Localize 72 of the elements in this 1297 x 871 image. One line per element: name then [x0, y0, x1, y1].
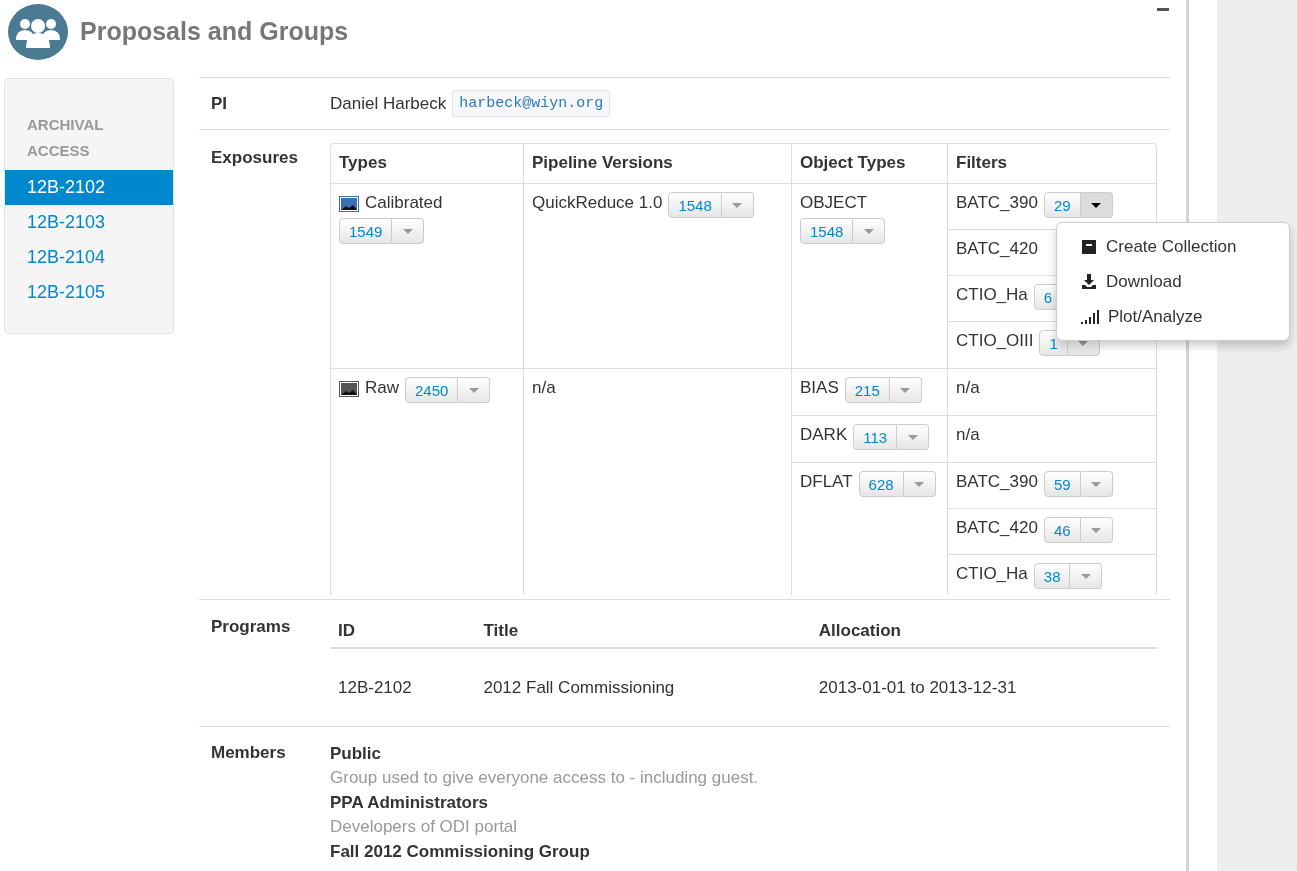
count-button[interactable]: 2450	[405, 377, 459, 403]
column-header: Types	[331, 144, 524, 183]
filter-name: CTIO_Ha	[956, 284, 1028, 306]
count-button[interactable]: 38	[1033, 563, 1071, 589]
caret-icon	[900, 387, 911, 393]
caret-icon	[468, 387, 479, 393]
group-name: PPA Administrators	[330, 792, 490, 814]
sidebar-item[interactable]: 12B-2104	[5, 240, 173, 275]
sidebar-heading: ARCHIVAL ACCESS	[26, 115, 105, 161]
caret-icon	[863, 228, 874, 234]
field-label: Exposures	[210, 147, 299, 169]
filter-name: BATC_420	[956, 238, 1038, 260]
filter-name: BATC_390	[956, 192, 1038, 214]
caret-icon	[1091, 481, 1102, 487]
count-button[interactable]: 46	[1043, 517, 1081, 543]
caret-icon	[1081, 573, 1091, 579]
caret-icon	[402, 228, 413, 234]
filter-name: n/a	[956, 377, 980, 399]
count-button[interactable]: 113	[853, 424, 898, 450]
field-label: PI	[210, 93, 229, 114]
caret-icon	[1091, 202, 1102, 208]
filter-name: n/a	[956, 424, 980, 446]
count-button[interactable]: 1548	[800, 218, 854, 244]
email-code: harbeck@wiyn.org	[452, 90, 611, 117]
column-header: Title	[475, 617, 811, 648]
column-header: Filters	[955, 152, 1009, 174]
column-header: Object Types	[792, 144, 948, 183]
count-button[interactable]: 29	[1043, 192, 1081, 218]
field-label: Members	[210, 743, 287, 764]
sidebar-item[interactable]: 12B-2105	[5, 275, 173, 310]
object-type: BIAS	[800, 377, 839, 399]
pi-name: Daniel Harbeck	[330, 92, 447, 115]
type-name: Raw	[365, 377, 399, 399]
group-icon	[8, 4, 68, 60]
menu-item[interactable]: Create Collection	[1057, 229, 1289, 264]
caret-icon	[907, 434, 918, 440]
group-description: Developers of ODI portal	[330, 816, 519, 838]
group-name: Public	[330, 743, 382, 765]
bar-chart-icon	[1081, 309, 1099, 324]
filter-name: CTIO_OIII	[956, 330, 1034, 352]
filter-name: BATC_390	[956, 471, 1038, 493]
count-button[interactable]: 1548	[668, 192, 722, 218]
pipeline-version: QuickReduce 1.0	[532, 192, 663, 214]
count-button[interactable]: 59	[1043, 471, 1081, 497]
count-button[interactable]: 215	[844, 377, 890, 403]
page-title: Proposals and Groups	[80, 17, 349, 46]
count-button[interactable]: 628	[858, 471, 904, 497]
count-button[interactable]: 1549	[339, 218, 393, 244]
sidebar-item[interactable]: 12B-2103	[5, 205, 173, 240]
object-type: DFLAT	[800, 471, 853, 493]
caret-icon	[914, 481, 925, 487]
filter-name: CTIO_Ha	[956, 563, 1028, 585]
field-label: Programs	[210, 617, 292, 638]
type-name: Calibrated	[365, 192, 443, 214]
group-name: Fall 2012 Commissioning Group	[330, 841, 591, 863]
table-cell: 2013-01-01 to 2013-12-31	[810, 648, 1157, 726]
column-header: ID	[330, 617, 476, 648]
download-icon	[1081, 273, 1097, 290]
table-cell: 2012 Fall Commissioning	[475, 648, 811, 726]
caret-icon	[732, 202, 743, 208]
sidebar-item[interactable]: 12B-2102	[5, 170, 173, 205]
column-header: Pipeline Versions	[524, 144, 792, 183]
group-description: Group used to give everyone access to - including guest.	[330, 767, 759, 789]
caret-icon	[1091, 527, 1102, 533]
object-type: DARK	[800, 424, 848, 446]
object-type: OBJECT	[800, 192, 868, 214]
filter-name: BATC_420	[956, 517, 1038, 539]
pipeline-version: n/a	[532, 377, 556, 399]
table-cell: 12B-2102	[330, 648, 476, 726]
archive-icon	[1081, 238, 1097, 255]
column-header: Allocation	[810, 617, 1157, 648]
dropdown-button[interactable]	[1080, 192, 1113, 218]
